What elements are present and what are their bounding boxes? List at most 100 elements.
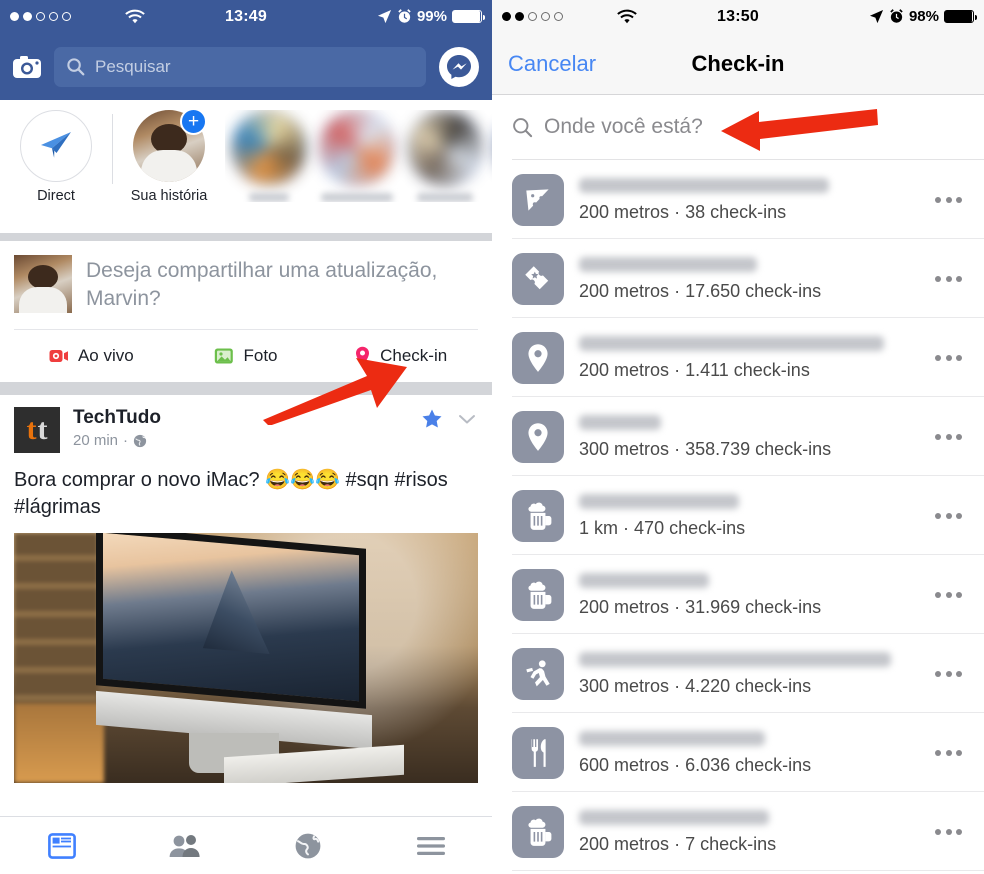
place-info: 200 metros · 17.650 check-ins <box>579 255 920 302</box>
left-status-bar: 13:49 99% <box>0 0 492 33</box>
place-row[interactable]: 300 metros · 358.739 check-ins <box>492 397 984 476</box>
cutlery-icon <box>512 726 564 779</box>
tab-friend-requests[interactable] <box>123 833 246 859</box>
post-actions <box>420 407 478 431</box>
more-options-icon[interactable] <box>935 749 968 756</box>
dual-screenshot: 13:49 99% Pesquisar Direct + Sua históri… <box>0 0 984 874</box>
place-separator: · <box>674 834 681 854</box>
place-name-blurred <box>579 257 757 272</box>
paper-plane-icon <box>20 110 92 182</box>
place-subtitle: 300 metros · 4.220 check-ins <box>579 676 920 697</box>
chevron-down-icon[interactable] <box>456 408 478 430</box>
battery-percent: 99% <box>416 8 447 25</box>
place-subtitle: 1 km · 470 check-ins <box>579 518 920 539</box>
place-checkins: 17.650 check-ins <box>685 281 822 301</box>
composer-prompt: Deseja compartilhar uma atualização, Mar… <box>86 259 438 310</box>
checkin-button[interactable]: Check-in <box>323 346 478 367</box>
right-status-bar: 13:50 98% <box>492 0 984 33</box>
place-subtitle: 200 metros · 1.411 check-ins <box>579 360 920 381</box>
place-row[interactable]: 600 metros · 6.036 check-ins <box>492 713 984 792</box>
more-options-icon[interactable] <box>935 196 968 203</box>
place-subtitle: 200 metros · 17.650 check-ins <box>579 281 920 302</box>
place-row[interactable]: 1 km · 470 check-ins <box>492 476 984 555</box>
facebook-top-nav: Pesquisar <box>0 33 492 100</box>
composer-top[interactable]: Deseja compartilhar uma atualização, Mar… <box>14 255 478 313</box>
post-meta: 20 min · <box>73 432 161 449</box>
place-checkins: 38 check-ins <box>685 202 787 222</box>
story-item[interactable] <box>313 110 401 202</box>
alarm-clock-icon <box>398 9 411 23</box>
place-row[interactable]: 200 metros · 1.411 check-ins <box>492 318 984 397</box>
battery-icon <box>944 10 977 23</box>
place-distance: 200 metros <box>579 281 670 301</box>
messenger-icon[interactable] <box>438 46 480 88</box>
globe-icon <box>133 434 147 447</box>
place-checkins: 470 check-ins <box>634 518 746 538</box>
your-story-button[interactable]: + Sua história <box>113 108 225 204</box>
story-item[interactable] <box>225 110 313 202</box>
search-input[interactable]: Pesquisar <box>54 46 426 87</box>
more-options-icon[interactable] <box>935 275 968 282</box>
post-author[interactable]: TechTudo <box>73 407 161 429</box>
place-name-blurred <box>579 652 891 667</box>
place-name-blurred <box>579 415 661 430</box>
place-info: 200 metros · 7 check-ins <box>579 808 920 855</box>
right-status-right: 98% <box>869 8 977 25</box>
place-row[interactable]: 200 metros · 31.969 check-ins <box>492 555 984 634</box>
direct-button[interactable]: Direct <box>0 110 112 204</box>
blurred-stories-list[interactable] <box>225 110 492 202</box>
cancel-button[interactable]: Cancelar <box>508 51 596 77</box>
place-search-input[interactable]: Onde você está? <box>492 95 984 159</box>
post-image[interactable] <box>14 533 478 783</box>
tab-news-feed[interactable] <box>0 832 123 859</box>
place-checkins: 358.739 check-ins <box>685 439 832 459</box>
location-arrow-icon <box>377 9 392 24</box>
more-options-icon[interactable] <box>935 433 968 440</box>
tab-more-menu[interactable] <box>369 834 492 858</box>
place-distance: 200 metros <box>579 360 670 380</box>
friends-icon <box>169 834 200 857</box>
post-author-block[interactable]: TechTudo 20 min · <box>73 407 161 449</box>
live-video-label: Ao vivo <box>77 346 134 365</box>
avatar <box>14 255 72 313</box>
more-options-icon[interactable] <box>935 512 968 519</box>
place-separator: · <box>674 597 681 617</box>
place-subtitle: 200 metros · 7 check-ins <box>579 834 920 855</box>
place-row[interactable]: 200 metros · 17.650 check-ins <box>492 239 984 318</box>
more-options-icon[interactable] <box>935 354 968 361</box>
more-options-icon[interactable] <box>935 670 968 677</box>
meta-separator: · <box>123 432 129 449</box>
feed-post: tt TechTudo 20 min · Bora comprar o novo… <box>0 395 492 783</box>
place-checkins: 6.036 check-ins <box>685 755 812 775</box>
story-item[interactable] <box>401 110 489 202</box>
add-story-icon[interactable]: + <box>180 108 207 135</box>
live-video-button[interactable]: Ao vivo <box>14 346 169 366</box>
nearby-places-list[interactable]: 200 metros · 38 check-ins 200 metros · 17… <box>492 160 984 871</box>
running-icon <box>512 647 564 700</box>
more-options-icon[interactable] <box>935 591 968 598</box>
camera-icon[interactable] <box>12 54 42 80</box>
place-row[interactable]: 300 metros · 4.220 check-ins <box>492 634 984 713</box>
place-info: 300 metros · 4.220 check-ins <box>579 650 920 697</box>
hamburger-icon <box>416 836 445 855</box>
pin-icon <box>512 410 564 463</box>
status-composer[interactable]: Deseja compartilhar uma atualização, Mar… <box>0 241 492 382</box>
star-icon[interactable] <box>420 407 444 431</box>
place-distance: 200 metros <box>579 834 670 854</box>
photo-button[interactable]: Foto <box>169 346 324 366</box>
search-icon <box>67 58 85 76</box>
place-separator: · <box>674 360 681 380</box>
place-distance: 600 metros <box>579 755 670 775</box>
place-info: 200 metros · 1.411 check-ins <box>579 334 920 381</box>
place-checkins: 4.220 check-ins <box>685 676 812 696</box>
more-options-icon[interactable] <box>935 828 968 835</box>
pizza-icon <box>512 173 564 226</box>
place-separator: · <box>674 676 681 696</box>
place-row[interactable]: 200 metros · 38 check-ins <box>492 160 984 239</box>
stories-row[interactable]: Direct + Sua história <box>0 100 492 233</box>
place-distance: 200 metros <box>579 202 670 222</box>
tab-notifications[interactable] <box>246 832 369 860</box>
photo-label: Foto <box>243 346 278 365</box>
facebook-feed-screen: 13:49 99% Pesquisar Direct + Sua históri… <box>0 0 492 874</box>
place-row[interactable]: 200 metros · 7 check-ins <box>492 792 984 871</box>
